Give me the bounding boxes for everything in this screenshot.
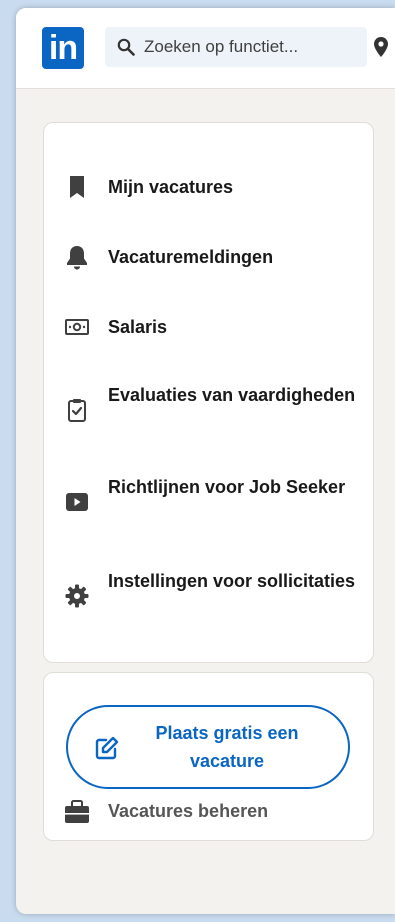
sidebar-item-label: Richtlijnen voor Job Seeker <box>108 477 346 497</box>
sidebar-item-job-seeker-guidance[interactable]: Richtlijnen voor Job Seeker <box>44 469 373 529</box>
sidebar-item-label: Salaris <box>108 317 168 337</box>
manage-jobs-label: Vacatures beheren <box>108 801 269 821</box>
app-window: in Zoeken op functiet... Mijn vacatures <box>16 8 395 914</box>
clipboard-check-icon <box>68 399 86 422</box>
sidebar-item-label: Evaluaties van vaardigheden <box>108 385 356 405</box>
sidebar-item-label: Mijn vacatures <box>108 177 234 197</box>
bell-icon <box>67 246 87 270</box>
briefcase-icon <box>65 800 89 823</box>
sidebar-item-salary[interactable]: Salaris <box>44 307 373 347</box>
sidebar-item-my-jobs[interactable]: Mijn vacatures <box>44 167 373 207</box>
post-free-job-button[interactable]: Plaats gratis een vacature <box>66 705 350 789</box>
edit-icon <box>95 736 119 760</box>
bookmark-icon <box>70 176 84 198</box>
top-navigation-bar: in Zoeken op functiet... <box>16 8 395 89</box>
job-tools-menu: Mijn vacatures Vacaturemeldingen Salaris <box>43 122 374 663</box>
sidebar-item-application-settings[interactable]: Instellingen voor sollicitaties <box>44 563 373 623</box>
employer-actions-card: Plaats gratis een vacature Vacatures beh… <box>43 672 374 841</box>
sidebar-item-label: Instellingen voor sollicitaties <box>108 571 356 591</box>
search-placeholder: Zoeken op functiet... <box>144 37 299 56</box>
manage-jobs-link[interactable]: Vacatures beheren <box>64 791 364 831</box>
location-pin-icon[interactable] <box>374 37 388 57</box>
post-free-job-label: Plaats gratis een vacature <box>155 723 299 771</box>
linkedin-logo[interactable]: in <box>42 27 84 69</box>
sidebar-item-label: Vacaturemeldingen <box>108 247 274 267</box>
money-icon <box>65 319 89 335</box>
gear-icon <box>65 584 89 608</box>
sidebar-item-job-alerts[interactable]: Vacaturemeldingen <box>44 237 373 277</box>
sidebar-item-skill-assessments[interactable]: Evaluaties van vaardigheden <box>44 377 373 437</box>
video-play-icon <box>66 493 88 511</box>
search-input[interactable]: Zoeken op functiet... <box>105 27 367 67</box>
search-icon <box>117 38 135 56</box>
